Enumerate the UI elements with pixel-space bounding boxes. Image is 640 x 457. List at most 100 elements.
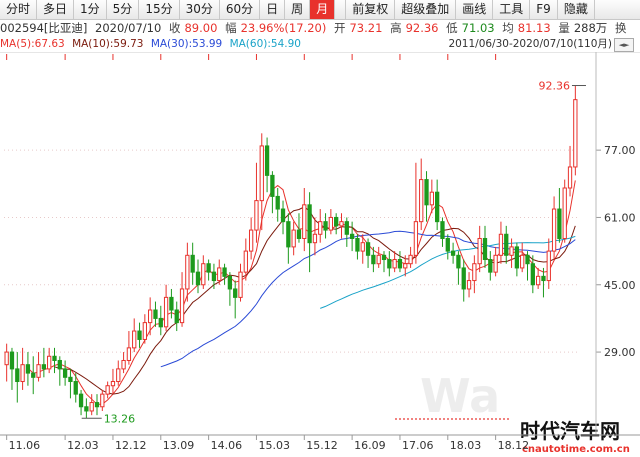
kline-chart[interactable]: Wa 时代汽车网 cnautotime.com.cn 29.00 45.00 61.00… xyxy=(0,52,640,457)
candle-body xyxy=(222,267,227,277)
stock-code: 002594[比亚迪] xyxy=(0,21,88,35)
candle-body xyxy=(259,145,264,202)
toolbar-button-10[interactable]: 前复权 xyxy=(345,0,396,19)
toolbar-button-4[interactable]: 15分 xyxy=(139,0,180,19)
toolbar-button-0[interactable]: 分时 xyxy=(0,0,38,19)
y-tick-label: 29.00 xyxy=(604,346,636,359)
candle-body xyxy=(142,322,147,340)
candle-body xyxy=(334,216,339,227)
ma10-legend: MA(10):59.73 xyxy=(72,38,144,50)
candle-body xyxy=(504,233,509,256)
toolbar-button-11[interactable]: 超级叠加 xyxy=(395,0,457,19)
x-tick-label: 18.12 xyxy=(498,439,530,452)
open-label: 开 xyxy=(333,21,346,35)
scroll-arrows-icon[interactable]: ◄► xyxy=(614,38,634,52)
ma-legend: MA(5):67.63 MA(10):59.73 MA(30):53.99 MA… xyxy=(0,37,640,53)
candle-body xyxy=(185,254,190,290)
candle-body xyxy=(47,355,52,370)
candle-body xyxy=(15,368,20,383)
toolbar-button-7[interactable]: 日 xyxy=(260,0,286,19)
candle-body xyxy=(344,221,349,235)
candle-body xyxy=(482,237,488,261)
toolbar-button-6[interactable]: 60分 xyxy=(220,0,261,19)
candle-body xyxy=(116,368,121,383)
candle-body xyxy=(291,229,296,248)
avg-label: 均 xyxy=(502,21,514,35)
y-tick-label: 77.00 xyxy=(604,144,636,157)
toolbar-button-15[interactable]: 隐藏 xyxy=(558,0,595,19)
candle-body xyxy=(360,242,365,252)
candle-body xyxy=(163,296,169,328)
toolbar-button-12[interactable]: 画线 xyxy=(456,0,494,19)
turnover-label: 换 xyxy=(614,21,627,35)
x-tick-label: 12.12 xyxy=(115,439,147,452)
candle-body xyxy=(509,246,514,256)
candle-body xyxy=(41,364,47,370)
x-tick-label: 18.03 xyxy=(450,439,482,452)
kline-svg[interactable]: Wa 时代汽车网cnautotime.com.cn 29.00 45.00 61.00… xyxy=(0,52,640,455)
candle-body xyxy=(62,368,68,378)
candle-body xyxy=(190,254,195,273)
candle-body xyxy=(440,221,445,239)
candle-body xyxy=(408,254,413,265)
candle-body xyxy=(233,288,238,298)
toolbar-button-9[interactable]: 月 xyxy=(310,0,336,19)
candle-body xyxy=(435,191,440,223)
toolbar-button-8[interactable]: 周 xyxy=(285,0,311,19)
toolbar-button-14[interactable]: F9 xyxy=(530,0,558,19)
candle-body xyxy=(557,208,562,239)
candle-body xyxy=(551,208,557,252)
candle-body xyxy=(137,330,142,340)
candle-body xyxy=(238,271,243,298)
ma30-legend: MA(30):53.99 xyxy=(150,38,223,50)
candle-body xyxy=(376,254,381,265)
candle-body xyxy=(68,376,73,383)
candle-body xyxy=(126,347,132,361)
candle-body xyxy=(456,254,461,269)
date-range: 2011/06/30-2020/07/10(110月) xyxy=(448,38,612,50)
annotation-low: 13.26 xyxy=(104,412,136,425)
x-tick-label: 14.06 xyxy=(211,439,243,452)
candle-body xyxy=(280,208,286,223)
candle-body xyxy=(36,364,41,378)
watermark-title: 时代汽车网 xyxy=(520,419,620,443)
candle-body xyxy=(419,179,424,223)
candle-body xyxy=(254,200,259,231)
toolbar-button-1[interactable]: 多日 xyxy=(37,0,75,19)
candle-body xyxy=(148,309,153,324)
candle-body xyxy=(413,221,419,256)
close-value: 89.00 xyxy=(184,21,218,35)
x-tick-label: 15.03 xyxy=(258,439,290,452)
candle-body xyxy=(73,381,78,395)
low-label: 低 xyxy=(446,21,458,35)
candle-body xyxy=(158,317,163,328)
candle-body xyxy=(318,221,323,235)
toolbar-button-13[interactable]: 工具 xyxy=(493,0,531,19)
ma5-legend: MA(5):67.63 xyxy=(0,38,65,50)
candle-body xyxy=(153,309,158,319)
y-tick-label: 61.00 xyxy=(604,211,636,224)
toolbar-button-2[interactable]: 1分 xyxy=(74,0,107,19)
candle-body xyxy=(206,263,211,273)
candle-body xyxy=(296,229,302,239)
candle-body xyxy=(328,216,334,231)
candle-body xyxy=(488,259,493,273)
toolbar-button-3[interactable]: 5分 xyxy=(107,0,140,19)
candle-body xyxy=(57,359,62,370)
volume-label: 量 xyxy=(558,21,570,35)
candle-body xyxy=(567,166,573,189)
candle-body xyxy=(25,364,31,374)
toolbar-button-5[interactable]: 30分 xyxy=(180,0,220,19)
watermark-url: cnautotime.com.cn xyxy=(522,444,630,454)
x-tick-label: 16.09 xyxy=(354,439,386,452)
candle-body xyxy=(31,372,36,378)
candle-body xyxy=(52,355,57,361)
candle-body xyxy=(307,204,312,244)
candle-body xyxy=(477,237,482,265)
candle-body xyxy=(424,179,429,206)
candle-body xyxy=(392,259,397,269)
candle-body xyxy=(270,174,275,197)
change-value: 23.96%(17.20) xyxy=(240,21,327,35)
candle-body xyxy=(461,267,466,290)
candle-body xyxy=(403,263,408,269)
